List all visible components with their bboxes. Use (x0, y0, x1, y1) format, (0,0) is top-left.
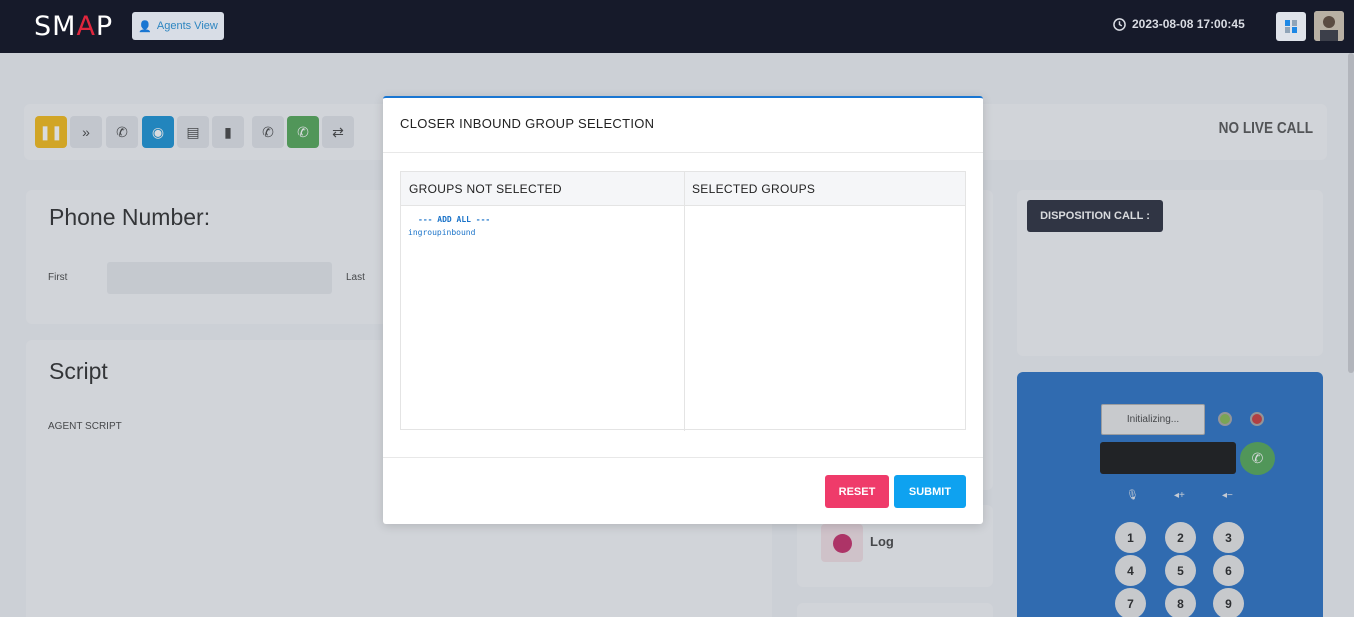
agents-view-label: Agents View (156, 20, 218, 32)
avatar-image (1314, 11, 1344, 41)
selected-groups-header: SELECTED GROUPS (684, 172, 965, 206)
clock-icon (1113, 17, 1126, 31)
reset-button[interactable]: RESET (825, 475, 889, 508)
app-logo[interactable]: SMAP (34, 11, 113, 42)
add-all-link[interactable]: --- ADD ALL --- (418, 215, 490, 224)
datetime-display: 2023-08-08 17:00:45 (1113, 17, 1245, 31)
column-divider (684, 172, 685, 431)
closer-inbound-modal: CLOSER INBOUND GROUP SELECTION GROUPS NO… (383, 96, 983, 524)
top-navbar: SMAP 👤 Agents View 2023-08-08 17:00:45 (0, 0, 1354, 53)
groups-not-selected-header: GROUPS NOT SELECTED (401, 172, 684, 206)
modal-title: CLOSER INBOUND GROUP SELECTION (400, 116, 655, 131)
user-avatar[interactable] (1314, 11, 1344, 41)
modal-footer-divider (383, 457, 983, 458)
group-selection-table: GROUPS NOT SELECTED SELECTED GROUPS --- … (400, 171, 966, 431)
agents-view-button[interactable]: 👤 Agents View (132, 12, 224, 40)
datetime-text: 2023-08-08 17:00:45 (1132, 17, 1245, 31)
modal-divider (383, 152, 983, 153)
group-option[interactable]: ingroupinbound (408, 228, 475, 237)
grid-icon (1285, 20, 1297, 33)
submit-button[interactable]: SUBMIT (894, 475, 966, 508)
apps-grid-button[interactable] (1276, 12, 1306, 41)
user-icon: 👤 (138, 20, 152, 33)
